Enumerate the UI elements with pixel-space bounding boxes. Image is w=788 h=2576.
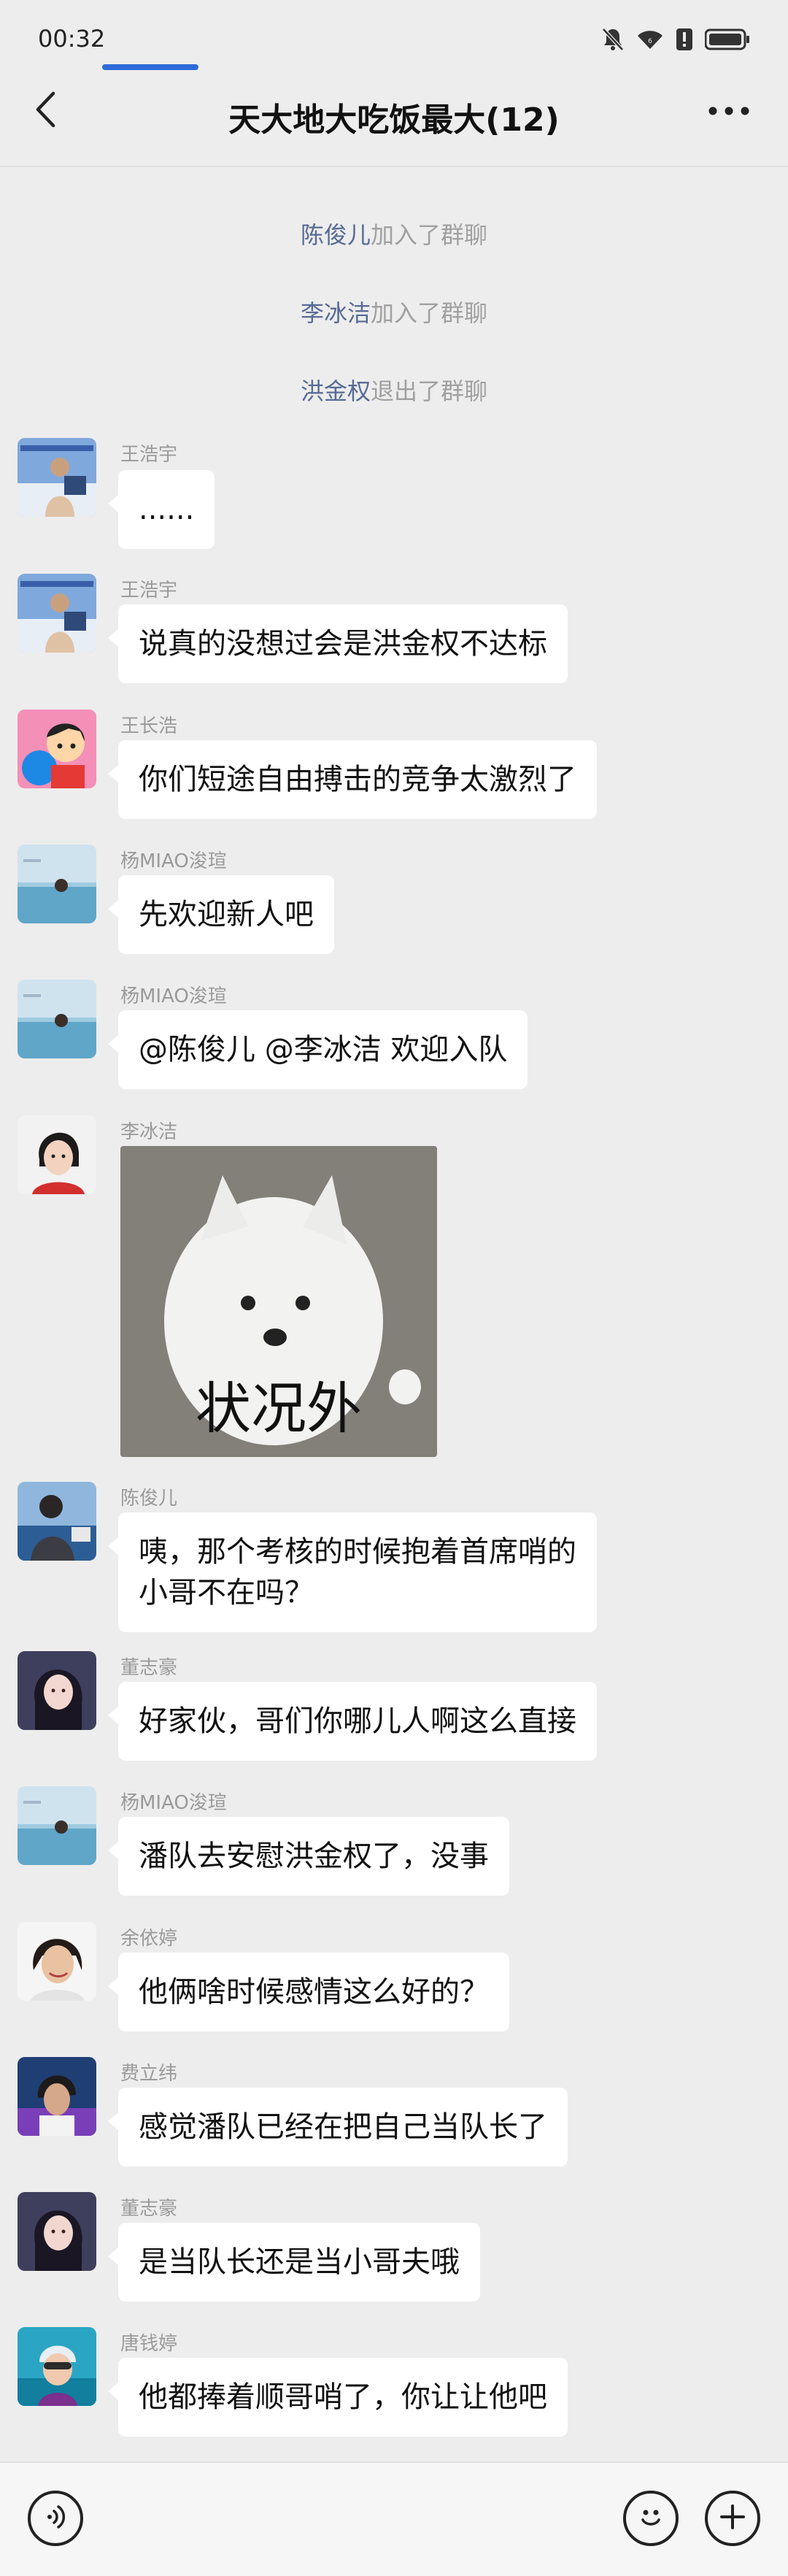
more-button[interactable] <box>696 88 762 134</box>
sender-name: 董志豪 <box>120 1657 178 1679</box>
message-bubble[interactable]: 先欢迎新人吧 <box>108 875 334 954</box>
status-icons: 6 <box>601 25 750 54</box>
loading-indicator <box>102 64 198 70</box>
sender-name: 董志豪 <box>120 2198 178 2220</box>
sticker-caption: 状况外 <box>196 1376 362 1441</box>
avatar[interactable] <box>18 980 96 1058</box>
message-bubble[interactable]: 好家伙，哥们你哪儿人啊这么直接 <box>108 1682 597 1761</box>
avatar[interactable] <box>18 574 96 653</box>
sticker-image[interactable]: 状况外 <box>120 1146 437 1457</box>
system-notice-action: 加入了群聊 <box>371 299 488 327</box>
sender-name: 李冰洁 <box>120 1121 178 1143</box>
voice-icon <box>41 2502 70 2534</box>
message-bubble[interactable]: 潘队去安慰洪金权了，没事 <box>108 1817 509 1896</box>
message-input[interactable] <box>95 2485 606 2550</box>
system-notice: 陈俊儿加入了群聊 <box>0 217 788 250</box>
message-bubble[interactable]: ...... <box>107 470 215 549</box>
message-bubble[interactable]: 咦，那个考核的时候抱着首席哨的 小哥不在吗？ <box>108 1512 597 1632</box>
message-bubble[interactable]: 他都捧着顺哥哨了，你让让他吧 <box>108 2358 568 2437</box>
svg-text:6: 6 <box>648 38 652 45</box>
avatar[interactable] <box>18 1115 96 1194</box>
avatar[interactable] <box>18 2192 96 2271</box>
system-notice-action: 退出了群聊 <box>371 377 488 405</box>
system-notice-action: 加入了群聊 <box>371 221 488 249</box>
sender-name: 唐钱婷 <box>120 2333 178 2355</box>
header-divider <box>0 166 788 167</box>
avatar[interactable] <box>18 1922 96 2001</box>
system-notice-name[interactable]: 洪金权 <box>301 377 371 405</box>
sender-name: 杨MIAO浚瑄 <box>120 985 227 1007</box>
plus-icon <box>718 2502 747 2534</box>
message-bubble[interactable]: 说真的没想过会是洪金权不达标 <box>108 604 568 683</box>
status-time: 00:32 <box>38 25 106 53</box>
sender-name: 杨MIAO浚瑄 <box>120 850 227 872</box>
sender-name: 杨MIAO浚瑄 <box>120 1792 227 1814</box>
input-bar <box>0 2461 788 2576</box>
plus-button[interactable] <box>705 2491 760 2546</box>
message-bubble[interactable]: 感觉潘队已经在把自己当队长了 <box>108 2088 568 2166</box>
mute-bell-icon <box>601 27 625 52</box>
avatar[interactable] <box>18 1482 96 1561</box>
avatar[interactable] <box>18 2327 96 2406</box>
sender-name: 陈俊儿 <box>120 1488 178 1510</box>
emoji-button[interactable] <box>623 2491 679 2546</box>
emoji-icon <box>635 2501 667 2536</box>
message-bubble[interactable]: 他俩啥时候感情这么好的？ <box>108 1953 509 2031</box>
sender-name: 王浩宇 <box>120 444 178 466</box>
more-dots-icon <box>708 104 749 118</box>
message-bubble[interactable]: @陈俊儿 @李冰洁 欢迎入队 <box>107 1010 528 1089</box>
avatar[interactable] <box>18 710 96 788</box>
sender-name: 费立纬 <box>120 2063 178 2085</box>
avatar[interactable] <box>18 2057 96 2136</box>
avatar[interactable] <box>18 438 96 517</box>
message-bubble[interactable]: 你们短途自由搏击的竞争太激烈了 <box>108 740 597 819</box>
avatar[interactable] <box>18 1651 96 1730</box>
status-bar: 00:32 6 <box>0 0 788 80</box>
system-notice-name[interactable]: 陈俊儿 <box>301 221 371 249</box>
alert-icon <box>676 28 693 51</box>
sender-name: 王长浩 <box>120 715 178 737</box>
sender-name: 余依婷 <box>120 1928 178 1950</box>
system-notice: 洪金权退出了群聊 <box>0 373 788 407</box>
chat-title: 天大地大吃饭最大(12) <box>228 101 560 139</box>
message-bubble[interactable]: 是当队长还是当小哥夫哦 <box>108 2223 480 2302</box>
system-notice-name[interactable]: 李冰洁 <box>301 299 371 327</box>
system-notice: 李冰洁加入了群聊 <box>0 295 788 328</box>
wifi-icon: 6 <box>636 28 664 50</box>
avatar[interactable] <box>18 1786 96 1865</box>
battery-icon <box>705 28 750 50</box>
voice-button[interactable] <box>28 2491 83 2546</box>
chat-header: 天大地大吃饭最大(12) <box>0 73 788 168</box>
sender-name: 王浩宇 <box>120 580 178 601</box>
avatar[interactable] <box>18 845 96 923</box>
